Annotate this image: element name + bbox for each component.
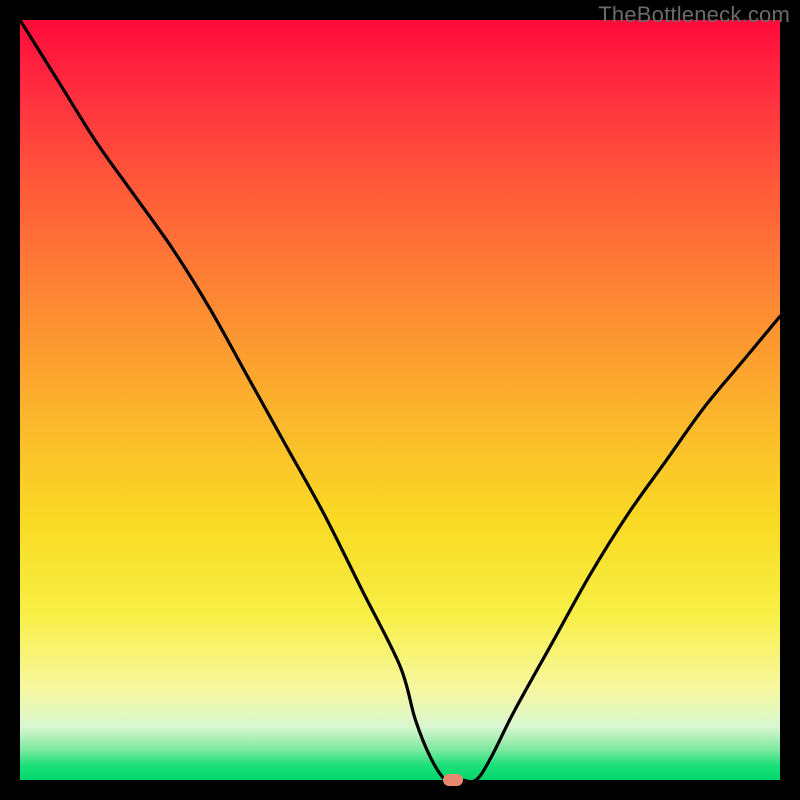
watermark-text: TheBottleneck.com (598, 2, 790, 28)
curve-layer (20, 20, 780, 780)
chart-stage: TheBottleneck.com (0, 0, 800, 800)
bottleneck-curve (20, 20, 780, 782)
